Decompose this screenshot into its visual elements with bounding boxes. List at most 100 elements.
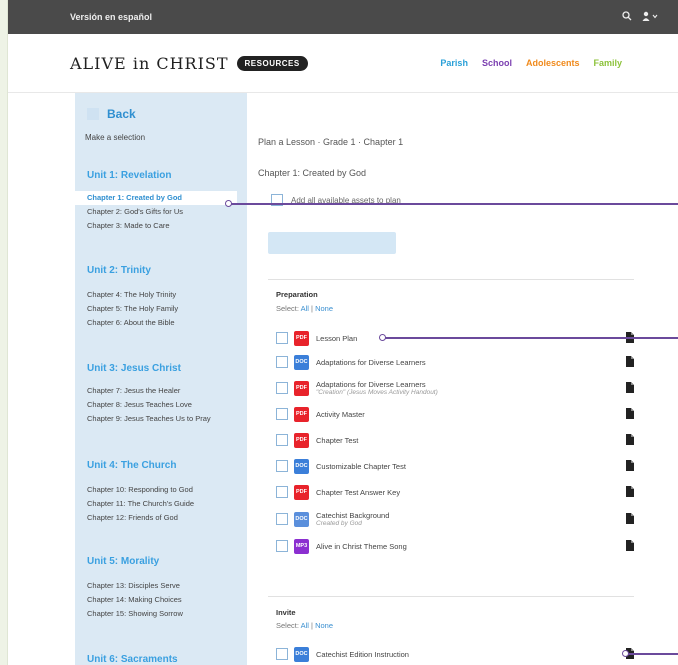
back-button[interactable]: Back [75,93,247,121]
sidebar-item-chapter-15[interactable]: Chapter 15: Showing Sorrow [75,607,183,621]
resource-title: Lesson Plan [316,333,358,343]
page-title: Chapter 1: Created by God [258,168,367,178]
select-all-link[interactable]: All [301,621,309,630]
sidebar-item-chapter-4[interactable]: Chapter 4: The Holy Trinity [75,288,178,302]
resource-row[interactable]: PDF Chapter Test Answer Key [276,482,636,502]
resource-checkbox[interactable] [276,332,288,344]
unit-3-group: Unit 3: Jesus Christ Chapter 7: Jesus th… [75,363,211,426]
file-type-icon: PDF [294,432,309,448]
logo-text: ALIVE in CHRIST [70,53,229,73]
sidebar-item-chapter-12[interactable]: Chapter 12: Friends of God [75,511,194,525]
logo[interactable]: ALIVE in CHRIST RESOURCES [70,54,308,73]
resource-subtitle: Created by God [316,520,362,527]
select-separator: | [311,621,313,630]
sidebar-item-chapter-6[interactable]: Chapter 6: About the Bible [75,316,178,330]
nav-school[interactable]: School [482,58,512,68]
resource-checkbox[interactable] [276,486,288,498]
unit-title[interactable]: Unit 6: Sacraments [75,654,178,665]
file-type-icon: DOC [294,511,309,527]
lesson-plan-main: Plan a Lesson · Grade 1 · Chapter 1 Chap… [258,93,638,665]
unit-6-group: Unit 6: Sacraments [75,654,178,665]
sidebar-item-chapter-3[interactable]: Chapter 3: Made to Care [75,219,237,233]
resource-checkbox[interactable] [276,382,288,394]
resource-row[interactable]: DOC Customizable Chapter Test [276,456,636,476]
sidebar-item-chapter-9[interactable]: Chapter 9: Jesus Teaches Us to Pray [75,412,211,426]
user-menu-icon[interactable] [642,11,658,24]
site-header: ALIVE in CHRIST RESOURCES Parish School … [8,34,678,93]
divider [268,279,634,280]
topbar-actions [622,10,658,24]
sidebar-item-chapter-5[interactable]: Chapter 5: The Holy Family [75,302,178,316]
unit-title[interactable]: Unit 2: Trinity [75,265,178,276]
back-label: Back [107,107,136,121]
unit-2-group: Unit 2: Trinity Chapter 4: The Holy Trin… [75,265,178,330]
nav-adolescents[interactable]: Adolescents [526,58,580,68]
sidebar-item-chapter-13[interactable]: Chapter 13: Disciples Serve [75,579,183,593]
sidebar-item-chapter-14[interactable]: Chapter 14: Making Choices [75,593,183,607]
sidebar-item-chapter-1[interactable]: Chapter 1: Created by God [75,191,237,205]
unit-5-group: Unit 5: Morality Chapter 13: Disciples S… [75,556,183,621]
select-controls: Select: All | None [276,304,333,313]
resource-checkbox[interactable] [276,356,288,368]
nav-family[interactable]: Family [593,58,622,68]
resource-checkbox[interactable] [276,434,288,446]
select-controls: Select: All | None [276,621,333,630]
unit-title[interactable]: Unit 5: Morality [75,556,183,567]
callout-line-chapter [229,203,678,205]
callout-dot [622,650,629,657]
download-icon[interactable] [625,434,634,445]
callout-dot [379,334,386,341]
section-title-invite: Invite [276,608,296,617]
resource-checkbox[interactable] [276,460,288,472]
download-icon[interactable] [625,460,634,471]
resource-row[interactable]: PDF Adaptations for Diverse Learners "Cr… [276,378,636,398]
spanish-version-link[interactable]: Versión en español [70,12,152,22]
search-icon[interactable] [622,10,632,24]
nav-parish[interactable]: Parish [440,58,468,68]
unit-title[interactable]: Unit 1: Revelation [75,170,237,181]
chapter-sidebar: Back Make a selection Unit 1: Revelation… [75,93,247,665]
resource-checkbox[interactable] [276,540,288,552]
select-all-link[interactable]: All [301,304,309,313]
file-type-icon: PDF [294,330,309,346]
download-icon[interactable] [625,356,634,367]
sidebar-item-chapter-8[interactable]: Chapter 8: Jesus Teaches Love [75,398,211,412]
resource-title: Customizable Chapter Test [316,461,406,471]
add-to-plan-button[interactable] [268,232,396,254]
breadcrumb: Plan a Lesson · Grade 1 · Chapter 1 [258,137,404,147]
resource-row[interactable]: PDF Activity Master [276,404,636,424]
select-none-link[interactable]: None [315,304,333,313]
make-selection-label: Make a selection [85,133,146,142]
download-icon[interactable] [625,382,634,393]
select-prefix: Select: [276,304,299,313]
unit-title[interactable]: Unit 4: The Church [75,460,194,471]
sidebar-item-chapter-11[interactable]: Chapter 11: The Church's Guide [75,497,194,511]
resource-row[interactable]: DOC Catechist Background Created by God [276,509,636,529]
select-none-link[interactable]: None [315,621,333,630]
section-title-preparation: Preparation [276,290,318,299]
download-icon[interactable] [625,540,634,551]
download-icon[interactable] [625,486,634,497]
unit-title[interactable]: Unit 3: Jesus Christ [75,363,211,374]
resource-row[interactable]: DOC Catechist Edition Instruction [276,644,636,664]
sidebar-item-chapter-7[interactable]: Chapter 7: Jesus the Healer [75,384,211,398]
resource-row[interactable]: MP3 Alive in Christ Theme Song [276,536,636,556]
resource-title: Activity Master [316,409,365,419]
top-bar: Versión en español [8,0,678,34]
resource-checkbox[interactable] [276,513,288,525]
resource-row[interactable]: PDF Chapter Test [276,430,636,450]
callout-dot [225,200,232,207]
back-arrow-icon [87,108,99,120]
resource-title: Catechist Edition Instruction [316,649,409,659]
resource-checkbox[interactable] [276,648,288,660]
callout-line-lesson-plan [383,337,678,339]
download-icon[interactable] [625,513,634,524]
sidebar-item-chapter-2[interactable]: Chapter 2: God's Gifts for Us [75,205,237,219]
download-icon[interactable] [625,408,634,419]
divider [268,596,634,597]
resource-row[interactable]: DOC Adaptations for Diverse Learners [276,352,636,372]
sidebar-item-chapter-10[interactable]: Chapter 10: Responding to God [75,483,194,497]
callout-line-download [626,653,678,655]
file-type-icon: DOC [294,646,309,662]
resource-checkbox[interactable] [276,408,288,420]
